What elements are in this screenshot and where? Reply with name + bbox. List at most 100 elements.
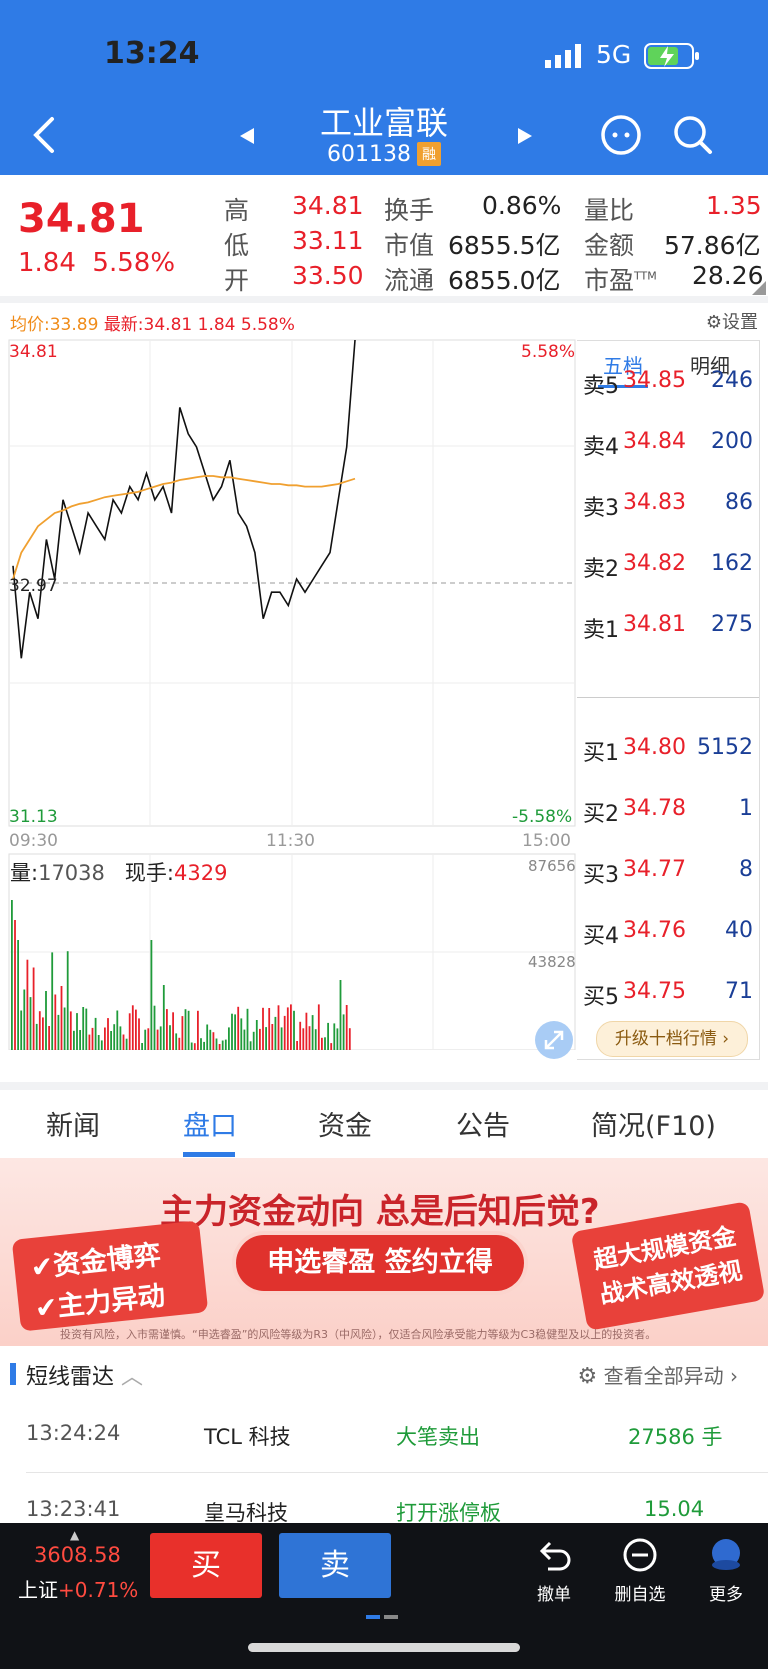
volume-bar xyxy=(141,1043,143,1050)
volume-bar xyxy=(224,1039,227,1050)
tab-news[interactable]: 新闻 xyxy=(46,1104,100,1143)
volume-bar xyxy=(348,1028,351,1050)
search-icon[interactable] xyxy=(672,114,714,160)
active-tab-indicator xyxy=(183,1152,235,1157)
stat-value: 0.86% xyxy=(482,191,562,220)
level-price: 34.83 xyxy=(623,490,686,515)
volume-bar xyxy=(249,1041,252,1050)
volume-bar xyxy=(35,1023,38,1050)
volume-bar xyxy=(175,1033,178,1050)
tab-announcements[interactable]: 公告 xyxy=(456,1104,510,1143)
cancel-order-label: 撤单 xyxy=(537,1585,571,1605)
volume-bar xyxy=(240,1018,243,1050)
more-icon xyxy=(712,1539,740,1570)
stat-value: 6855.5亿 xyxy=(448,231,561,260)
level-volume: 5152 xyxy=(697,735,753,760)
volume-bar xyxy=(317,1004,320,1050)
gear-icon: ⚙ xyxy=(577,1364,598,1389)
current-price: 34.81 xyxy=(18,196,145,242)
index-value[interactable]: 3608.58 xyxy=(34,1543,121,1567)
volume-bar xyxy=(73,1030,75,1050)
hand-value: 4329 xyxy=(174,861,228,885)
volume-bar xyxy=(311,1015,314,1050)
level-label: 卖2 xyxy=(583,557,619,582)
stat-value: 34.81 xyxy=(292,191,364,220)
volume-bar xyxy=(172,1012,174,1050)
stat-value: 6855.0亿 xyxy=(448,266,561,295)
volume-label: 量: xyxy=(10,861,39,885)
hand-label: 现手: xyxy=(124,861,174,885)
level-price: 34.76 xyxy=(623,918,686,943)
more-button[interactable]: 更多 xyxy=(696,1535,756,1605)
chart-settings-button[interactable]: ⚙设置 xyxy=(706,308,758,334)
level-label: 卖3 xyxy=(583,496,619,521)
view-all-anomalies[interactable]: ⚙ 查看全部异动 › xyxy=(578,1360,738,1389)
volume-bar xyxy=(82,1007,85,1050)
volume-bar xyxy=(209,1029,212,1050)
tab-funds[interactable]: 资金 xyxy=(318,1104,372,1143)
stat-label: 高 xyxy=(224,196,250,225)
radar-time: 13:23:41 xyxy=(26,1497,121,1521)
pct-top-label: 5.58% xyxy=(521,342,576,362)
page-dots xyxy=(366,1606,402,1625)
stat-label: 换手 xyxy=(384,196,435,225)
remove-watchlist-button[interactable]: 删自选 xyxy=(610,1535,670,1605)
volume-bar xyxy=(314,1029,317,1050)
y-max-label: 34.81 xyxy=(9,342,58,362)
level-volume: 246 xyxy=(711,368,753,393)
radar-title[interactable]: 短线雷达 ︿ xyxy=(26,1359,143,1391)
stock-code-row: 601138 融 xyxy=(0,142,768,167)
radar-stock: TCL 科技 xyxy=(204,1425,291,1449)
volume-bar xyxy=(169,1025,171,1050)
level-price: 34.75 xyxy=(623,979,686,1004)
promo-banner[interactable]: 主力资金动向 总是后知后觉? ✔资金博弈 ✔主力异动 申选睿盈 签约立得 超大规… xyxy=(0,1158,768,1346)
banner-cta[interactable]: 申选睿盈 签约立得 xyxy=(236,1235,524,1291)
upgrade-ten-levels-button[interactable]: 升级十档行情 › xyxy=(596,1021,748,1057)
volume-bar xyxy=(184,1009,187,1050)
volume-bar xyxy=(162,985,165,1050)
volume-bar xyxy=(153,1005,156,1050)
volume-bar xyxy=(76,1013,78,1050)
stat-label: 低 xyxy=(224,231,250,260)
banner-right-tag: 超大规模资金 战术高效透视 xyxy=(570,1201,766,1331)
stat-value: 1.35 xyxy=(706,191,762,220)
undo-icon xyxy=(539,1541,571,1571)
index-expand-icon[interactable]: ▲ xyxy=(70,1528,79,1542)
tab-handicap[interactable]: 盘口 xyxy=(183,1104,237,1143)
home-indicator xyxy=(248,1643,520,1652)
volume-bar xyxy=(147,1028,150,1050)
divider xyxy=(26,1472,768,1473)
buy-button[interactable]: 买 xyxy=(150,1533,262,1598)
volume-bar xyxy=(246,1008,249,1050)
pct-bottom-label: -5.58% xyxy=(512,807,573,827)
volume-bar xyxy=(305,1012,308,1050)
volume-bar xyxy=(271,1024,274,1050)
stock-code: 601138 xyxy=(327,142,411,167)
level-label: 买4 xyxy=(583,924,619,949)
radar-value: 27586 手 xyxy=(628,1425,723,1449)
ttm-superscript: TTM xyxy=(634,269,657,283)
level-label: 买1 xyxy=(583,741,619,766)
y-min-label: 31.13 xyxy=(9,807,58,827)
volume-bar xyxy=(190,1042,193,1050)
tab-f10[interactable]: 简况(F10) xyxy=(591,1104,716,1143)
index-row[interactable]: 上证+0.71% xyxy=(18,1574,138,1603)
level-price: 34.78 xyxy=(623,796,686,821)
cancel-order-button[interactable]: 撤单 xyxy=(524,1535,584,1605)
volume-bar xyxy=(63,1007,66,1050)
volume-max-label: 87656 xyxy=(528,857,576,875)
x-tick-label: 11:30 xyxy=(266,831,315,851)
volume-bar xyxy=(193,1043,196,1050)
stat-label: 量比 xyxy=(584,196,635,225)
stock-name: 工业富联 xyxy=(319,104,448,142)
level-price: 34.84 xyxy=(623,429,686,454)
level-volume: 200 xyxy=(711,429,753,454)
radar-value: 15.04 xyxy=(644,1497,705,1521)
volume-bar xyxy=(166,1009,168,1050)
chat-icon[interactable] xyxy=(600,114,642,160)
banner-headline: 主力资金动向 总是后知后觉? xyxy=(160,1192,600,1232)
fullscreen-icon[interactable] xyxy=(534,1020,574,1064)
price-line xyxy=(12,339,356,659)
sell-button[interactable]: 卖 xyxy=(279,1533,391,1598)
volume-bar xyxy=(187,1010,190,1050)
